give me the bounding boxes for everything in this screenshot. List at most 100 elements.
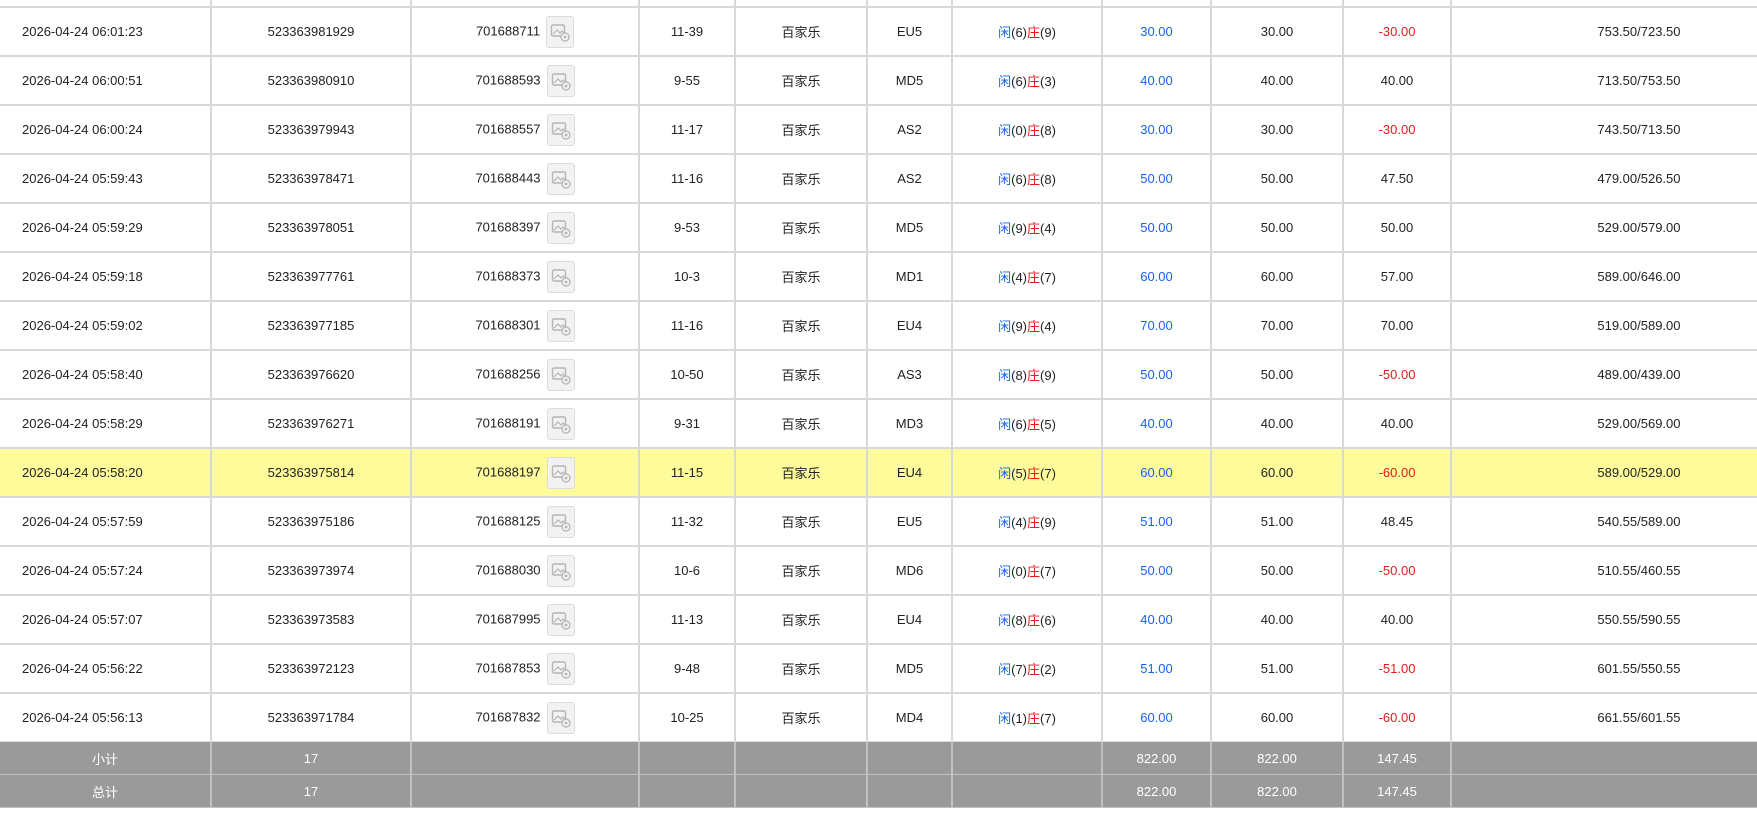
banker-label: 庄 (1027, 172, 1041, 187)
result-image-icon[interactable] (546, 113, 575, 146)
result-cell: 闲(6)庄(3) (951, 55, 1103, 106)
bet-amount-cell: 50.00 (1101, 202, 1212, 253)
banker-label: 庄 (1027, 466, 1041, 481)
result-image-icon[interactable] (546, 505, 575, 538)
bet-time-cell: 2026-04-24 05:56:22 (0, 643, 212, 694)
table-no-cell: 9-53 (638, 202, 736, 253)
game-type-cell: 百家乐 (734, 251, 868, 302)
bet-amount-cell: 50.00 (1101, 153, 1212, 204)
empty-cell (410, 774, 640, 808)
banker-score: (7) (1040, 711, 1056, 726)
result-image-icon[interactable] (546, 407, 575, 440)
bet-time-cell: 2026-04-24 05:58:20 (0, 447, 212, 498)
game-type-cell: 百家乐 (734, 447, 868, 498)
result-image-icon[interactable] (546, 64, 575, 97)
banker-score: (7) (1040, 270, 1056, 285)
result-image-icon[interactable] (546, 162, 575, 195)
valid-bet-cell: 51.00 (1210, 496, 1344, 547)
table-row: 2026-04-24 05:56:22 523363972123 701687853… (0, 643, 1757, 694)
round-id-cell: 701688557 (410, 104, 640, 155)
player-score: (7) (1011, 662, 1027, 677)
bet-time-cell: 2026-04-24 05:57:24 (0, 545, 212, 596)
result-image-icon[interactable] (546, 456, 575, 489)
banker-label: 庄 (1027, 564, 1041, 579)
bet-amount-cell: 60.00 (1101, 692, 1212, 742)
subtotal-row: 小计 17 822.00 822.00 147.45 (0, 741, 1757, 775)
player-score: (6) (1011, 417, 1027, 432)
round-id-cell: 701688191 (410, 398, 640, 449)
result-image-icon[interactable] (546, 15, 575, 48)
balance-cell: 540.55/589.00 (1450, 496, 1757, 547)
table-row: 2026-04-24 05:59:43 523363978471 701688443… (0, 153, 1757, 204)
room-cell: AS2 (866, 104, 953, 155)
result-cell: 闲(8)庄(9) (951, 349, 1103, 400)
valid-bet-cell: 60.00 (1210, 251, 1344, 302)
result-image-icon[interactable] (546, 554, 575, 587)
result-image-icon[interactable] (546, 603, 575, 636)
result-image-icon[interactable] (546, 701, 575, 734)
summary-body: 小计 17 822.00 822.00 147.45 总计 17 822.00 … (0, 741, 1757, 808)
player-label: 闲 (998, 515, 1012, 530)
total-win: 147.45 (1342, 774, 1452, 808)
bet-time-cell: 2026-04-24 06:01:49 (0, 0, 212, 8)
player-label: 闲 (998, 74, 1012, 89)
order-id-cell: 523363973583 (210, 594, 412, 645)
round-id: 701688191 (475, 414, 541, 430)
bet-amount-cell: 70.00 (1101, 300, 1212, 351)
order-id-cell: 523363977761 (210, 251, 412, 302)
banker-score: (7) (1040, 466, 1056, 481)
player-score: (5) (1011, 466, 1027, 481)
balance-cell: 479.00/526.50 (1450, 153, 1757, 204)
win-loss-cell: -60.00 (1342, 692, 1452, 742)
result-image-icon[interactable] (546, 260, 575, 293)
valid-bet-cell: 70.00 (1210, 300, 1344, 351)
player-score: (0) (1011, 564, 1027, 579)
win-loss-cell: -60.00 (1342, 447, 1452, 498)
total-valid: 822.00 (1210, 774, 1344, 808)
player-score: (0) (1011, 123, 1027, 138)
player-label: 闲 (998, 417, 1012, 432)
player-label: 闲 (998, 319, 1012, 334)
round-id-cell: 701688030 (410, 545, 640, 596)
result-image-icon[interactable] (546, 211, 575, 244)
banker-score: (9) (1040, 25, 1056, 40)
round-id: 701687832 (475, 708, 541, 724)
table-no-cell: 11-39 (638, 6, 736, 57)
player-label: 闲 (998, 613, 1012, 628)
player-score: (9) (1011, 221, 1027, 236)
banker-label: 庄 (1027, 711, 1041, 726)
total-label: 总计 (0, 774, 212, 808)
bet-time-cell: 2026-04-24 05:59:29 (0, 202, 212, 253)
order-id-cell: 523363982xxx (210, 0, 412, 8)
result-cell: 闲(6)庄(8) (951, 153, 1103, 204)
player-label: 闲 (998, 662, 1012, 677)
result-image-icon[interactable] (546, 652, 575, 685)
win-loss-cell: 40.00 (1342, 594, 1452, 645)
order-id-cell: 523363979943 (210, 104, 412, 155)
bet-amount-cell: 40.00 (1101, 398, 1212, 449)
room-cell: EU4 (866, 300, 953, 351)
player-label: 闲 (998, 123, 1012, 138)
result-image-icon[interactable] (546, 358, 575, 391)
bet-amount-cell: 30.00 (1101, 104, 1212, 155)
table-no-cell: 10-25 (638, 692, 736, 742)
order-id-cell: 523363976620 (210, 349, 412, 400)
table-no-cell: 10-6 (638, 545, 736, 596)
result-image-icon[interactable] (546, 309, 575, 342)
bet-time-cell: 2026-04-24 06:00:24 (0, 104, 212, 155)
win-loss-cell: -50.00 (1342, 349, 1452, 400)
balance-cell: 489.00/439.00 (1450, 349, 1757, 400)
order-id-cell: 523363973974 (210, 545, 412, 596)
table-body: 2026-04-24 06:01:49523363982xxx701688xxx… (0, 0, 1757, 742)
banker-score: (9) (1040, 515, 1056, 530)
empty-cell (734, 774, 868, 808)
win-loss-cell: -50.00 (1342, 545, 1452, 596)
order-id-cell: 523363981929 (210, 6, 412, 57)
result-cell: 闲(0)庄(8) (951, 104, 1103, 155)
valid-bet-cell: 30.00 (1210, 104, 1344, 155)
player-score: (8) (1011, 613, 1027, 628)
table-row: 2026-04-24 05:58:40 523363976620 701688256… (0, 349, 1757, 400)
table-row: 2026-04-24 05:59:29 523363978051 701688397… (0, 202, 1757, 253)
bet-amount-cell: 40.00 (1101, 55, 1212, 106)
round-id: 701688593 (475, 71, 541, 87)
